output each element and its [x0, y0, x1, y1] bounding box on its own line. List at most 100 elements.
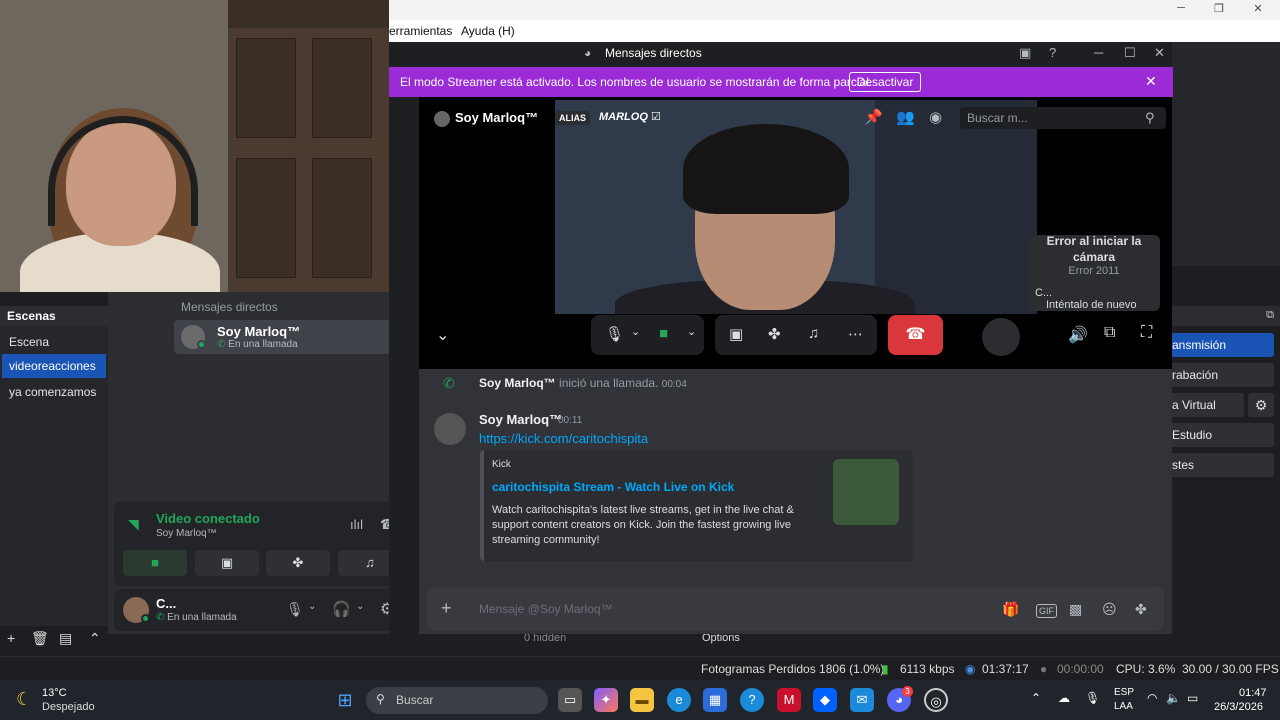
apps-icon[interactable]: ✤: [1135, 601, 1147, 618]
keyboard-layout[interactable]: LAA: [1114, 701, 1133, 712]
attach-icon[interactable]: +: [441, 598, 452, 619]
popout-icon[interactable]: ⧉: [1104, 324, 1115, 342]
search-icon[interactable]: ⚲: [1145, 110, 1155, 126]
scene-item[interactable]: ya comenzamos: [2, 380, 106, 404]
menu-help[interactable]: Ayuda (H): [461, 24, 515, 38]
cloud-icon[interactable]: ☁: [1058, 691, 1070, 705]
hangup-button[interactable]: ☎: [888, 315, 943, 355]
maximize-icon[interactable]: ☐: [1124, 45, 1136, 61]
scene-item[interactable]: Escena: [2, 330, 106, 354]
pin-icon[interactable]: 📌: [864, 108, 883, 126]
volume-icon[interactable]: 🔊: [1068, 325, 1088, 345]
battery-icon[interactable]: ▭: [1187, 691, 1198, 705]
retry-button[interactable]: Inténtalo de nuevo: [1046, 299, 1137, 311]
participant-avatar[interactable]: [982, 318, 1020, 356]
undock-icon[interactable]: ⧉: [1266, 309, 1274, 322]
phone-icon: ✆: [443, 375, 455, 391]
taskbar-search[interactable]: ⚲ Buscar: [366, 687, 548, 714]
profile-icon[interactable]: ◉: [929, 108, 942, 126]
gif-icon[interactable]: GIF: [1036, 604, 1057, 618]
wifi-icon[interactable]: ◠: [1147, 691, 1157, 705]
soundboard-icon[interactable]: ♫: [808, 325, 819, 342]
headphones-icon[interactable]: 🎧: [332, 600, 351, 618]
restore-icon[interactable]: ❐: [1204, 2, 1234, 15]
message-link[interactable]: https://kick.com/caritochispita: [479, 431, 648, 446]
copilot-icon[interactable]: ✦: [594, 688, 618, 712]
weather-temp[interactable]: 13°C: [42, 687, 67, 699]
embed-title[interactable]: caritochispita Stream - Watch Live on Ki…: [492, 480, 734, 494]
mail-icon[interactable]: ✉: [850, 688, 874, 712]
start-stream-button[interactable]: ansmisión: [1168, 333, 1274, 357]
microphone-icon[interactable]: 🎙: [605, 325, 624, 343]
clock-time[interactable]: 01:47: [1239, 687, 1267, 699]
moon-icon[interactable]: ☾: [16, 689, 32, 710]
noise-icon[interactable]: ılıl: [350, 517, 363, 532]
sticker-icon[interactable]: ▩: [1069, 601, 1082, 618]
store-icon[interactable]: ▦: [703, 688, 727, 712]
screen-share-button[interactable]: ▣: [195, 550, 259, 576]
file-explorer-icon[interactable]: ▬: [630, 688, 654, 712]
gear-icon[interactable]: ⚙: [1248, 393, 1274, 417]
virtual-camera-button[interactable]: a Virtual: [1168, 393, 1244, 417]
stream-time: 01:37:17: [982, 662, 1029, 676]
activities-button[interactable]: ✤: [266, 550, 330, 576]
chevron-up-icon[interactable]: ⌃: [1031, 691, 1041, 705]
menu-tools[interactable]: erramientas: [389, 24, 452, 38]
bitrate: 6113 kbps: [900, 662, 955, 676]
add-icon[interactable]: +: [7, 630, 15, 646]
server-rail: [389, 97, 419, 634]
microphone-icon[interactable]: 🎙: [286, 601, 304, 618]
up-icon[interactable]: ⌃: [89, 630, 101, 647]
chevron-down-icon[interactable]: ⌄: [631, 325, 640, 338]
more-icon[interactable]: ⋯: [848, 325, 863, 343]
fullscreen-icon[interactable]: ⛶: [1141, 324, 1152, 342]
dm-status: ✆ En una llamada: [217, 339, 298, 350]
close-icon[interactable]: ✕: [1243, 2, 1273, 15]
clock-date[interactable]: 26/3/2026: [1214, 701, 1263, 713]
chevron-down-icon[interactable]: ⌄: [356, 601, 364, 612]
screen-share-icon[interactable]: ▣: [729, 325, 743, 343]
task-view-icon[interactable]: ▭: [558, 688, 582, 712]
minimize-icon[interactable]: ─: [1166, 2, 1196, 14]
obs-icon[interactable]: ◎: [924, 688, 948, 712]
camera-button[interactable]: ■: [123, 550, 187, 576]
rec-time: 00:00:00: [1057, 662, 1104, 676]
dropbox-icon[interactable]: ◆: [813, 688, 837, 712]
minimize-icon[interactable]: ─: [1094, 45, 1103, 60]
phone-icon: ✆: [217, 339, 229, 350]
gift-icon[interactable]: 🎁: [1002, 601, 1019, 618]
video-icon[interactable]: ■: [659, 325, 668, 342]
deactivate-button[interactable]: Desactivar: [849, 72, 921, 92]
close-icon[interactable]: ✕: [1154, 45, 1165, 61]
help-icon[interactable]: ?: [740, 688, 764, 712]
chevron-down-icon[interactable]: ⌄: [436, 325, 449, 345]
studio-mode-button[interactable]: Estudio: [1168, 423, 1274, 447]
settings-button[interactable]: stes: [1168, 453, 1274, 477]
emoji-icon[interactable]: ☹: [1102, 601, 1117, 618]
edge-icon[interactable]: e: [667, 688, 691, 712]
search-input[interactable]: Buscar m...: [960, 107, 1166, 129]
avatar[interactable]: [434, 413, 466, 445]
mcafee-icon[interactable]: M: [777, 688, 801, 712]
scene-item-selected[interactable]: videoreacciones: [2, 354, 106, 378]
windows-start-icon[interactable]: ⊞: [333, 688, 357, 712]
message-author[interactable]: Soy Marloq™: [479, 412, 562, 427]
user-panel: C... ✆ En una llamada 🎙 ⌄ 🎧 ⌄ ⚙: [114, 589, 413, 631]
volume-icon[interactable]: 🔈: [1166, 691, 1181, 705]
add-friend-icon[interactable]: 👥: [896, 108, 915, 126]
chevron-down-icon[interactable]: ⌄: [308, 601, 316, 612]
embed-thumbnail[interactable]: [833, 459, 899, 525]
chevron-down-icon[interactable]: ⌄: [687, 325, 696, 338]
inbox-icon[interactable]: ▣: [1019, 45, 1031, 61]
filter-icon[interactable]: ▤: [59, 630, 72, 647]
connection-icon: ◥: [128, 516, 139, 532]
trash-icon[interactable]: 🗑: [31, 630, 49, 647]
dm-item[interactable]: Soy Marloq™ ✆ En una llamada: [174, 320, 412, 354]
close-icon[interactable]: ✕: [1145, 73, 1157, 90]
start-recording-button[interactable]: rabación: [1168, 363, 1274, 387]
language[interactable]: ESP: [1114, 687, 1134, 698]
microphone-icon[interactable]: 🎙: [1085, 691, 1100, 705]
activities-icon[interactable]: ✤: [768, 325, 781, 343]
help-icon[interactable]: ?: [1049, 45, 1056, 60]
weather-desc[interactable]: Despejado: [42, 701, 95, 713]
